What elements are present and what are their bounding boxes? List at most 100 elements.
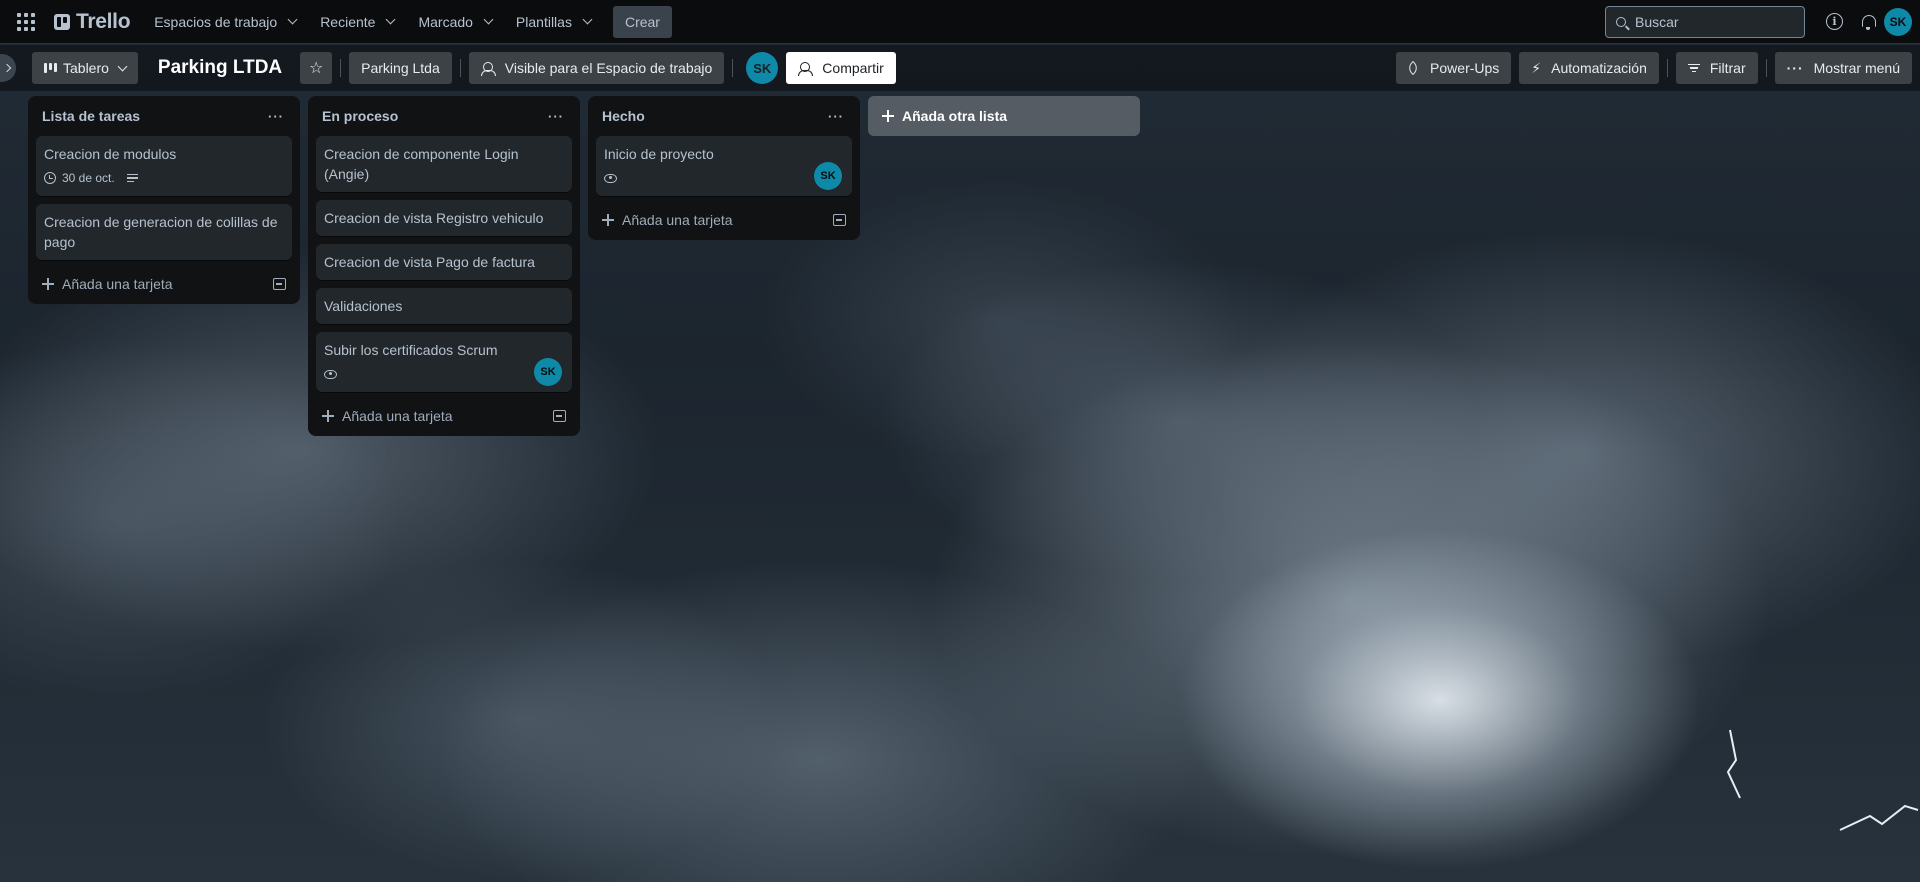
due-date-badge[interactable]: 30 de oct. bbox=[44, 168, 115, 188]
divider bbox=[732, 59, 734, 77]
rocket-icon bbox=[1405, 60, 1421, 76]
list-actions-icon[interactable]: ··· bbox=[260, 109, 292, 124]
top-navigation: Trello Espacios de trabajo Reciente Marc… bbox=[0, 0, 1920, 44]
user-avatar[interactable]: SK bbox=[1884, 7, 1912, 36]
nav-recent-label: Reciente bbox=[320, 13, 376, 30]
card[interactable]: Subir los certificados Scrum SK bbox=[316, 332, 572, 392]
filter-button[interactable]: Filtrar bbox=[1675, 52, 1758, 84]
plus-icon bbox=[882, 110, 894, 122]
nav-templates[interactable]: Plantillas bbox=[506, 6, 601, 38]
board-view-label: Tablero bbox=[63, 60, 109, 76]
app-name: Trello bbox=[76, 9, 131, 33]
create-from-template-icon[interactable] bbox=[833, 214, 846, 226]
watching-eye-icon bbox=[324, 369, 337, 379]
list-title[interactable]: Hecho bbox=[602, 108, 645, 124]
automation-label: Automatización bbox=[1551, 60, 1647, 76]
divider bbox=[1666, 59, 1668, 77]
divider bbox=[459, 59, 461, 77]
card-title: Creacion de modulos bbox=[44, 146, 177, 162]
add-card-label: Añada una tarjeta bbox=[622, 212, 733, 228]
nav-starred[interactable]: Marcado bbox=[408, 6, 501, 38]
chevron-down-icon bbox=[582, 14, 593, 25]
list-in-progress[interactable]: En proceso ··· Creacion de componente Lo… bbox=[308, 96, 580, 436]
nav-recent[interactable]: Reciente bbox=[310, 6, 404, 38]
show-menu-label: Mostrar menú bbox=[1813, 60, 1900, 76]
plus-icon bbox=[42, 278, 54, 290]
card[interactable]: Inicio de proyecto SK bbox=[596, 136, 852, 196]
visibility-button[interactable]: Visible para el Espacio de trabajo bbox=[468, 52, 725, 84]
list-title[interactable]: Lista de tareas bbox=[42, 108, 140, 124]
star-board-button[interactable]: ☆ bbox=[300, 52, 333, 84]
card-member-avatar[interactable]: SK bbox=[814, 162, 842, 190]
card-title: Inicio de proyecto bbox=[604, 146, 714, 162]
chevron-down-icon bbox=[483, 14, 494, 25]
list-header: Hecho ··· bbox=[588, 96, 860, 136]
card[interactable]: Creacion de componente Login (Angie) bbox=[316, 136, 572, 192]
filter-label: Filtrar bbox=[1709, 60, 1746, 76]
card-title: Validaciones bbox=[324, 298, 403, 314]
visibility-label: Visible para el Espacio de trabajo bbox=[504, 60, 713, 76]
list-title[interactable]: En proceso bbox=[322, 108, 398, 124]
card-title: Creacion de generacion de colillas de pa… bbox=[44, 214, 278, 250]
filter-icon bbox=[1687, 63, 1700, 73]
add-list-button[interactable]: Añada otra lista bbox=[868, 96, 1140, 136]
list-actions-icon[interactable]: ··· bbox=[820, 109, 852, 124]
chevron-down-icon bbox=[117, 61, 128, 71]
share-button[interactable]: Compartir bbox=[786, 52, 896, 84]
board-icon bbox=[44, 63, 57, 73]
card[interactable]: Creacion de vista Pago de factura bbox=[316, 244, 572, 280]
card-member-avatar[interactable]: SK bbox=[534, 358, 562, 386]
lightning-bolt-icon: ⚡︎ bbox=[1531, 59, 1542, 76]
trello-logo-icon bbox=[54, 13, 70, 30]
due-date-text: 30 de oct. bbox=[62, 171, 115, 185]
list-todo[interactable]: Lista de tareas ··· Creacion de modulos … bbox=[28, 96, 300, 304]
create-from-template-icon[interactable] bbox=[553, 410, 566, 422]
list-actions-icon[interactable]: ··· bbox=[540, 109, 572, 124]
watching-eye-icon bbox=[604, 173, 617, 183]
app-switcher-icon[interactable] bbox=[14, 10, 38, 34]
board-member-avatar[interactable]: SK bbox=[746, 52, 779, 84]
add-card-button[interactable]: Añada una tarjeta bbox=[308, 400, 580, 432]
list-done[interactable]: Hecho ··· Inicio de proyecto SK Añada un… bbox=[588, 96, 860, 240]
add-card-label: Añada una tarjeta bbox=[342, 408, 453, 424]
add-card-button[interactable]: Añada una tarjeta bbox=[588, 204, 860, 236]
search-placeholder: Buscar bbox=[1635, 13, 1679, 30]
show-menu-button[interactable]: ··· Mostrar menú bbox=[1774, 52, 1912, 84]
divider bbox=[340, 59, 342, 77]
search-icon bbox=[1616, 16, 1626, 27]
trello-logo[interactable]: Trello bbox=[54, 9, 131, 34]
automation-button[interactable]: ⚡︎ Automatización bbox=[1519, 52, 1659, 84]
card-title: Creacion de vista Registro vehiculo bbox=[324, 210, 544, 226]
power-ups-button[interactable]: Power-Ups bbox=[1396, 52, 1512, 84]
expand-sidebar-button[interactable] bbox=[0, 54, 16, 82]
create-button[interactable]: Crear bbox=[612, 5, 672, 38]
card[interactable]: Validaciones bbox=[316, 288, 572, 324]
add-card-label: Añada una tarjeta bbox=[62, 276, 173, 292]
description-icon bbox=[126, 173, 138, 183]
board-lists: Lista de tareas ··· Creacion de modulos … bbox=[28, 96, 1140, 436]
plus-icon bbox=[602, 214, 614, 226]
notifications-bell-icon[interactable] bbox=[1861, 14, 1876, 30]
add-member-icon bbox=[798, 62, 814, 76]
create-from-template-icon[interactable] bbox=[273, 278, 286, 290]
nav-workspaces-label: Espacios de trabajo bbox=[154, 13, 278, 30]
card[interactable]: Creacion de vista Registro vehiculo bbox=[316, 200, 572, 236]
nav-workspaces[interactable]: Espacios de trabajo bbox=[144, 6, 306, 38]
search-input[interactable]: Buscar bbox=[1605, 5, 1805, 38]
more-dots-icon: ··· bbox=[1786, 60, 1804, 76]
board-title[interactable]: Parking LTDA bbox=[148, 57, 292, 79]
card-title: Subir los certificados Scrum bbox=[324, 342, 498, 358]
chevron-down-icon bbox=[287, 14, 298, 25]
board-header: Tablero Parking LTDA ☆ Parking Ltda Visi… bbox=[0, 45, 1920, 91]
card[interactable]: Creacion de modulos 30 de oct. bbox=[36, 136, 292, 196]
power-ups-label: Power-Ups bbox=[1430, 60, 1500, 76]
board-view-switcher[interactable]: Tablero bbox=[32, 52, 138, 84]
list-header: En proceso ··· bbox=[308, 96, 580, 136]
star-icon: ☆ bbox=[308, 60, 324, 77]
nav-templates-label: Plantillas bbox=[515, 13, 572, 30]
info-icon[interactable]: i bbox=[1826, 13, 1843, 30]
add-card-button[interactable]: Añada una tarjeta bbox=[28, 268, 300, 300]
workspace-button[interactable]: Parking Ltda bbox=[349, 52, 452, 84]
card-title: Creacion de vista Pago de factura bbox=[324, 254, 535, 270]
card[interactable]: Creacion de generacion de colillas de pa… bbox=[36, 204, 292, 260]
